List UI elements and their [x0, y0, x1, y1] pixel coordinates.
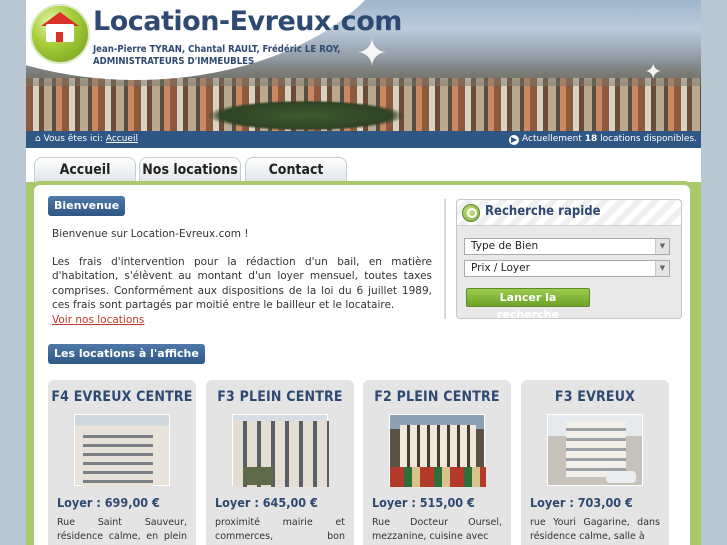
photo-car	[606, 471, 636, 483]
vertical-divider	[444, 199, 446, 319]
site-header: ✦ ✦ Location-Evreux.com Jean-Pierre TYRA…	[26, 0, 701, 131]
listing-title[interactable]: F3 PLEIN CENTRE	[206, 389, 354, 405]
availability-prefix: Actuellement	[522, 134, 582, 144]
tab-contact[interactable]: Contact	[245, 157, 347, 182]
chevron-down-icon[interactable]: ▼	[655, 261, 669, 276]
listing-card[interactable]: F2 PLEIN CENTRE Loyer : 515,00 € Rue Doc…	[363, 380, 511, 545]
listing-description: Rue Saint Sauveur, résidence calme, en p…	[57, 517, 187, 542]
see-locations-link[interactable]: Voir nos locations	[52, 314, 144, 326]
breadcrumb-label: Vous êtes ici:	[43, 134, 103, 144]
site-title[interactable]: Location-Evreux.com	[93, 6, 402, 37]
search-icon	[462, 204, 480, 222]
listing-description: rue Youri Gagarine, dans résidence calme…	[530, 517, 660, 542]
quick-search-title: Recherche rapide	[485, 204, 601, 219]
page-wrapper: ✦ ✦ Location-Evreux.com Jean-Pierre TYRA…	[26, 0, 701, 545]
tab-accueil[interactable]: Accueil	[34, 157, 136, 182]
listing-photo[interactable]	[389, 414, 486, 487]
play-arrow-icon: ▶	[509, 135, 520, 145]
property-type-select[interactable]: Type de Bien ▼	[464, 238, 670, 255]
listing-description: proximité mairie et commerces, bon état.…	[215, 517, 345, 542]
listing-title[interactable]: F2 PLEIN CENTRE	[363, 389, 511, 405]
listing-photo[interactable]	[74, 414, 170, 487]
welcome-text: Bienvenue sur Location-Evreux.com ! Les …	[52, 227, 432, 327]
listing-price: Loyer : 515,00 €	[372, 495, 475, 510]
info-bar: ⌂ Vous êtes ici: Accueil ▶ Actuellement 1…	[26, 131, 701, 148]
availability-count: 18	[584, 134, 598, 144]
price-select[interactable]: Prix / Loyer ▼	[464, 260, 670, 277]
price-value: Prix / Loyer	[471, 262, 530, 274]
launch-search-button[interactable]: Lancer la recherche	[466, 288, 590, 321]
home-icon: ⌂	[35, 134, 41, 144]
welcome-body: Les frais d'intervention pour la rédacti…	[52, 255, 432, 312]
listing-card[interactable]: F3 PLEIN CENTRE Loyer : 645,00 € proximi…	[206, 380, 354, 545]
quick-search-header: Recherche rapide	[457, 200, 681, 226]
photo-building	[83, 429, 153, 487]
subtitle-names: Jean-Pierre TYRAN, Chantal RAULT, Frédér…	[93, 44, 341, 55]
listing-price: Loyer : 703,00 €	[530, 495, 633, 510]
listing-price: Loyer : 645,00 €	[215, 495, 318, 510]
sparkle-icon: ✦	[356, 31, 388, 75]
site-subtitle: Jean-Pierre TYRAN, Chantal RAULT, Frédér…	[93, 44, 341, 68]
quick-search-panel: Recherche rapide Type de Bien ▼ Prix / L…	[456, 199, 682, 321]
listing-photo[interactable]	[232, 414, 329, 487]
page-body: Accueil Nos locations Contact Bienvenue …	[26, 148, 701, 545]
property-type-value: Type de Bien	[471, 240, 539, 252]
subtitle-role: ADMINISTRATEURS D'IMMEUBLES	[93, 56, 255, 67]
photo-shopfront	[243, 467, 273, 485]
photo-building	[566, 421, 626, 477]
sparkle-icon: ✦	[644, 60, 663, 85]
featured-badge: Les locations à l'affiche	[48, 344, 205, 364]
availability-status: ▶ Actuellement 18 locations disponibles.	[509, 131, 697, 148]
listing-card[interactable]: F3 EVREUX Loyer : 703,00 € rue Youri Gag…	[521, 380, 669, 545]
listing-description: Rue Docteur Oursel, mezzanine, cuisine a…	[372, 517, 502, 542]
listing-price: Loyer : 699,00 €	[57, 495, 160, 510]
photo-shopfront	[390, 467, 486, 487]
listing-title[interactable]: F3 EVREUX	[521, 389, 669, 405]
welcome-greeting: Bienvenue sur Location-Evreux.com !	[52, 228, 249, 240]
welcome-badge: Bienvenue	[48, 196, 126, 216]
panorama-trees	[206, 100, 406, 131]
main-nav: Accueil Nos locations Contact	[26, 148, 701, 182]
listing-title[interactable]: F4 EVREUX CENTRE	[48, 389, 196, 405]
chevron-down-icon[interactable]: ▼	[655, 239, 669, 254]
listing-card[interactable]: F4 EVREUX CENTRE Loyer : 699,00 € Rue Sa…	[48, 380, 196, 545]
breadcrumb-home-link[interactable]: Accueil	[106, 134, 138, 144]
listing-photo[interactable]	[547, 414, 643, 486]
breadcrumb: ⌂ Vous êtes ici: Accueil	[35, 131, 138, 148]
house-logo-icon[interactable]	[30, 4, 90, 64]
logo-door	[56, 32, 63, 42]
main-content: Bienvenue Bienvenue sur Location-Evreux.…	[30, 181, 694, 545]
tab-nos-locations[interactable]: Nos locations	[139, 157, 241, 182]
availability-suffix: locations disponibles.	[600, 134, 697, 144]
